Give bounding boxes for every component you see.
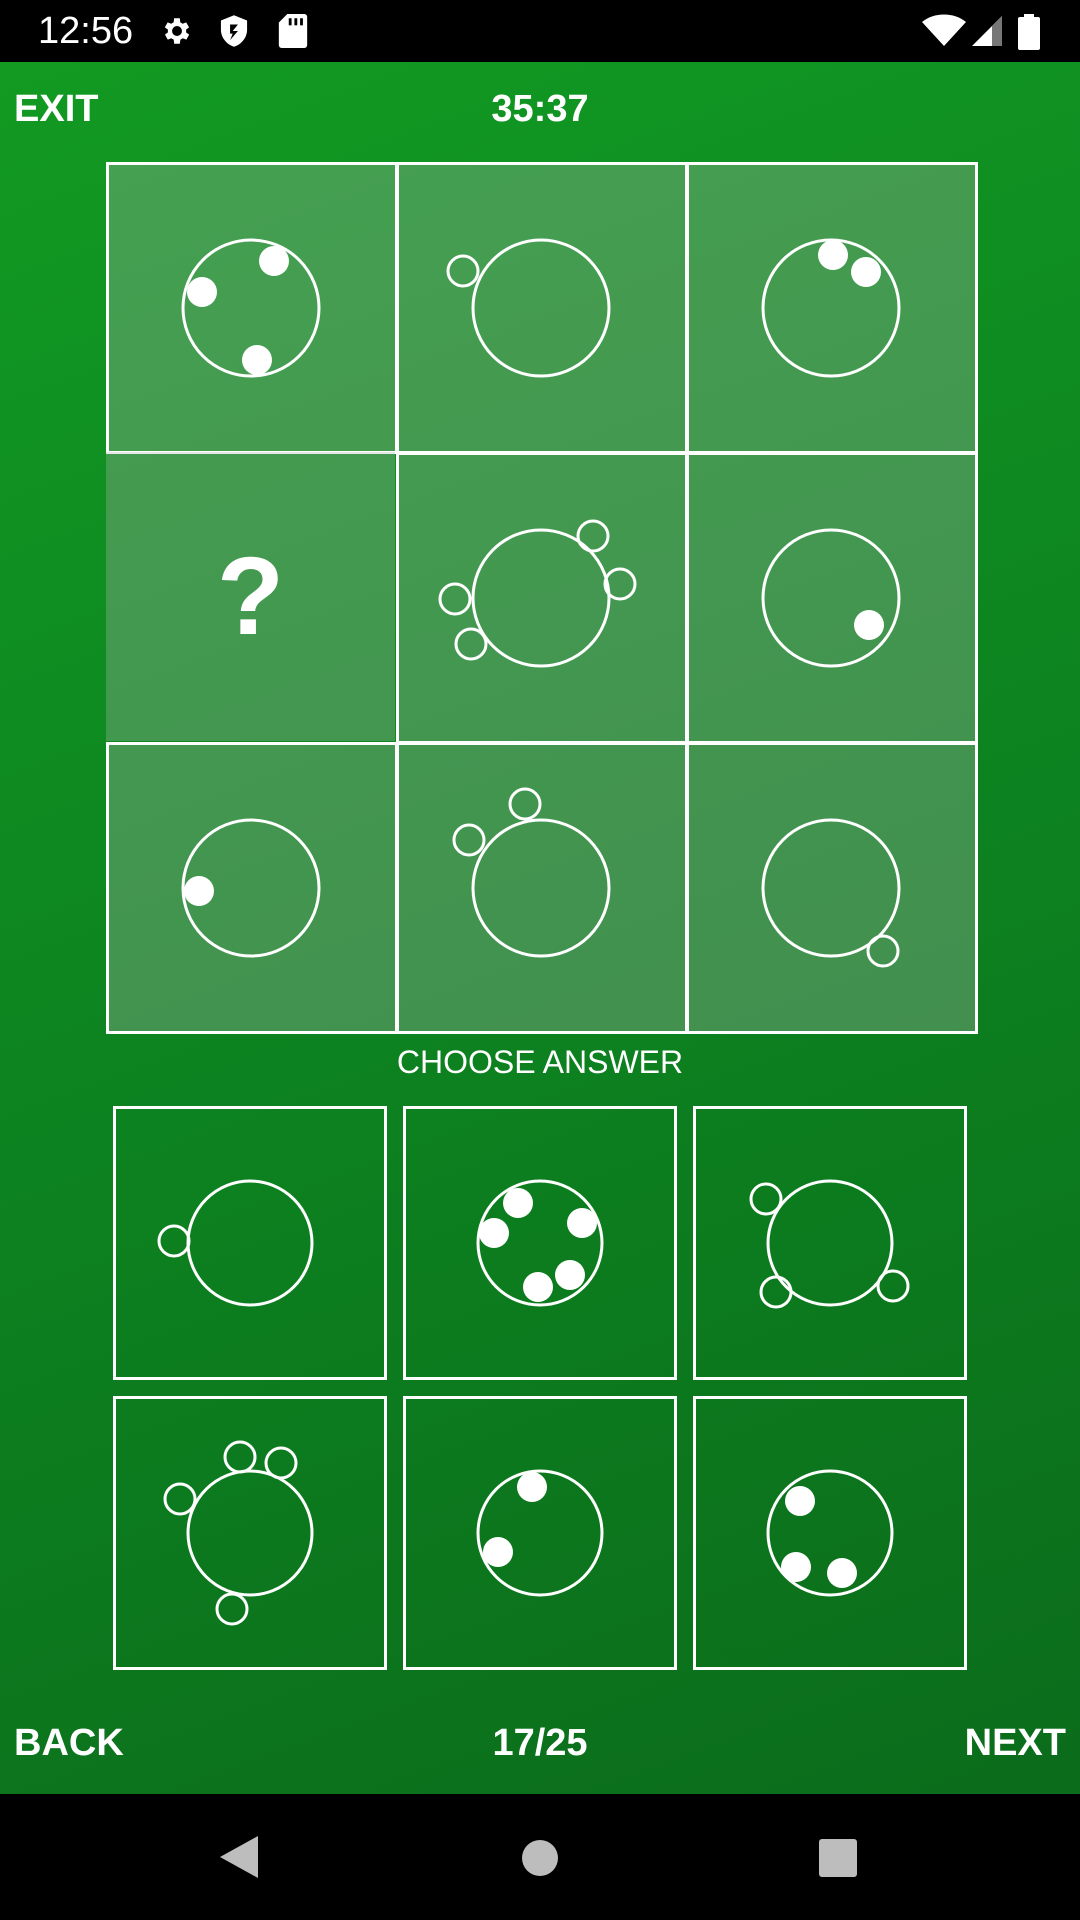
circle-figure (181, 818, 321, 958)
signal-icon (972, 16, 1002, 46)
status-time: 12:56 (38, 10, 134, 52)
puzzle-cell (396, 452, 688, 744)
puzzle-cell (396, 742, 688, 1034)
circle-figure (476, 1179, 604, 1307)
system-nav-bar (0, 1794, 1080, 1920)
progress-counter: 17/25 (492, 1722, 588, 1764)
puzzle-cell (106, 162, 398, 454)
answer-option-5[interactable] (403, 1396, 677, 1670)
puzzle-screen: EXIT 35:37 ? CHOOSE ANSWER BACK 17/25 NE… (0, 62, 1080, 1794)
circle-figure (761, 818, 901, 968)
puzzle-cell (686, 162, 978, 454)
puzzle-cell (686, 452, 978, 744)
battery-icon (1018, 14, 1040, 50)
circle-figure (476, 1469, 604, 1597)
answer-option-3[interactable] (693, 1106, 967, 1380)
answer-option-2[interactable] (403, 1106, 677, 1380)
puzzle-grid: ? (106, 162, 978, 1034)
circle-figure (446, 238, 611, 378)
puzzle-cell (396, 162, 688, 454)
circle-figure (157, 1179, 314, 1307)
circle-figure (761, 238, 901, 378)
recents-square-icon[interactable] (818, 1838, 858, 1878)
wifi-icon (922, 14, 966, 46)
next-button[interactable]: NEXT (965, 1720, 1066, 1766)
circle-figure (766, 1469, 894, 1597)
puzzle-cell (106, 742, 398, 1034)
answer-option-6[interactable] (693, 1396, 967, 1670)
home-circle-icon[interactable] (520, 1838, 560, 1878)
circle-figure (749, 1179, 910, 1309)
back-triangle-icon[interactable] (218, 1834, 260, 1880)
missing-cell: ? (106, 452, 395, 741)
puzzle-cell (686, 742, 978, 1034)
timer: 35:37 (491, 88, 589, 130)
question-mark: ? (216, 535, 285, 658)
gear-icon (164, 18, 190, 44)
choose-answer-label: CHOOSE ANSWER (396, 1044, 684, 1080)
circle-figure (163, 1440, 314, 1626)
circle-figure (181, 238, 321, 378)
circle-figure (761, 528, 901, 668)
shield-icon (220, 15, 248, 47)
circle-figure (452, 787, 611, 958)
status-bar: 12:56 (0, 0, 1080, 62)
circle-figure (438, 519, 637, 668)
answer-option-4[interactable] (113, 1396, 387, 1670)
answer-option-1[interactable] (113, 1106, 387, 1380)
sd-card-icon (278, 14, 308, 48)
